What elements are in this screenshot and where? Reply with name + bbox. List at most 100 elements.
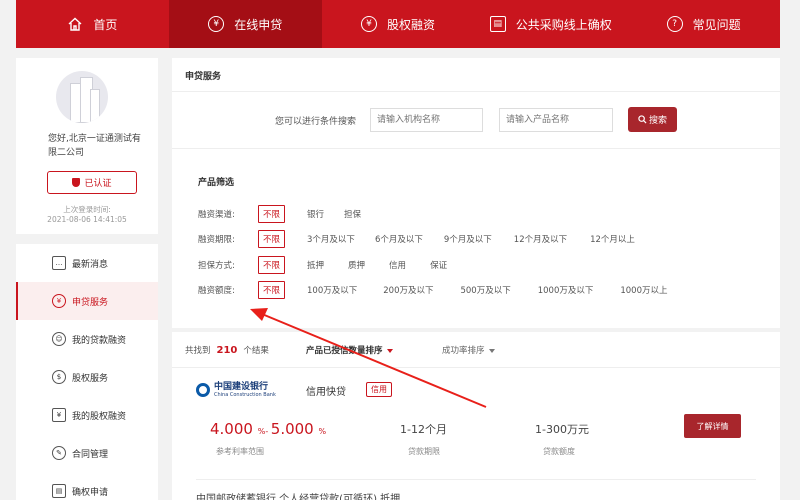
rate-high: 5.000	[270, 420, 314, 438]
filter-option[interactable]: 不限	[258, 281, 286, 299]
product-name-input[interactable]	[499, 108, 613, 132]
search-icon	[638, 115, 647, 124]
learn-more-button[interactable]: 了解详情	[684, 414, 741, 438]
filter-option[interactable]: 9个月及以下	[444, 233, 492, 245]
greeting-text: 您好,北京一证通测试有限二公司	[48, 134, 141, 158]
menu-item-label: 最新消息	[72, 259, 109, 270]
filter-row-guarantee: 担保方式: 不限 抵押 质押 信用 保证	[198, 256, 447, 274]
page-title: 申贷服务	[185, 72, 222, 82]
chevron-down-icon	[386, 348, 393, 353]
product-tag: 信用	[366, 382, 392, 397]
filter-label: 融资期限:	[198, 235, 235, 245]
filter-option[interactable]: 1000万以上	[620, 284, 667, 296]
product-name[interactable]: 信用快贷	[306, 383, 346, 398]
menu-item-contracts[interactable]: ✎ 合同管理	[16, 434, 158, 472]
filter-row-channel: 融资渠道: 不限 银行 担保	[198, 205, 361, 223]
filter-option[interactable]: 不限	[258, 256, 286, 274]
filter-option[interactable]: 500万及以下	[460, 284, 510, 296]
certified-label: 已认证	[84, 179, 112, 189]
nav-faq-label: 常见问题	[692, 17, 741, 32]
contract-icon: ✎	[52, 446, 66, 460]
nav-procurement-label: 公共采购线上确权	[515, 17, 612, 32]
filter-option[interactable]: 12个月及以下	[514, 233, 567, 245]
menu-item-equity-service[interactable]: $ 股权服务	[16, 358, 158, 396]
filter-option[interactable]: 1000万及以下	[538, 284, 594, 296]
result-count: 共找到 210 个结果	[185, 344, 269, 356]
filter-option[interactable]: 质押	[348, 259, 365, 271]
document-icon: ▤	[489, 16, 506, 32]
nav-procurement-confirmation[interactable]: ▤ 公共采购线上确权	[474, 0, 627, 48]
avatar	[56, 71, 108, 123]
question-icon: ?	[666, 16, 683, 32]
loan-service-panel: 申贷服务 您可以进行条件搜索 搜索 产品筛选 融资渠道: 不限 银行 担保 融资…	[172, 58, 780, 328]
bank-emblem-icon	[196, 383, 210, 397]
divider	[172, 367, 780, 368]
filter-option[interactable]: 200万及以下	[383, 284, 433, 296]
filter-option[interactable]: 不限	[258, 205, 286, 223]
menu-item-label: 我的股权融资	[72, 411, 127, 422]
filter-option[interactable]: 信用	[389, 259, 406, 271]
loan-term: 1-12个月	[400, 423, 447, 436]
profile-card: 您好,北京一证通测试有限二公司 已认证 上次登录时间: 2021-08-06 1…	[16, 58, 158, 234]
filter-option[interactable]: 担保	[344, 208, 361, 220]
last-login-label: 上次登录时间:	[63, 205, 111, 214]
sort-label: 产品已授信数量排序	[306, 346, 383, 356]
rate-label: 参考利率范围	[216, 447, 264, 456]
menu-item-label: 合同管理	[72, 449, 109, 460]
menu-item-loan-service[interactable]: ¥ 申贷服务	[16, 282, 158, 320]
nav-home[interactable]: 首页	[16, 0, 169, 48]
filter-option[interactable]: 100万及以下	[307, 284, 357, 296]
filter-title: 产品筛选	[198, 178, 235, 188]
yen-circle-icon: ¥	[360, 16, 377, 32]
loan-amount: 1-300万元	[535, 423, 589, 436]
money-bag-icon: $	[52, 370, 66, 384]
next-product-row[interactable]: 中国邮政储蓄银行 个人经营贷款(可循环) 抵押	[196, 490, 496, 500]
search-button-label: 搜索	[648, 116, 667, 126]
divider	[196, 479, 756, 480]
last-login-time: 2021-08-06 14:41:05	[47, 215, 127, 224]
results-panel: 共找到 210 个结果 产品已授信数量排序 成功率排序 中国建设银行 China C…	[172, 332, 780, 500]
filter-option[interactable]: 不限	[258, 230, 286, 248]
filter-option[interactable]: 12个月以上	[590, 233, 635, 245]
filter-option[interactable]: 保证	[430, 259, 447, 271]
sort-by-success-rate[interactable]: 成功率排序	[442, 344, 495, 356]
filter-option[interactable]: 抵押	[307, 259, 324, 271]
divider	[172, 148, 780, 149]
menu-item-confirmation-apply[interactable]: ▤ 确权申请	[16, 472, 158, 500]
menu-item-label: 确权申请	[72, 487, 109, 498]
nav-home-label: 首页	[93, 17, 118, 32]
menu-item-label: 股权服务	[72, 373, 109, 384]
sort-by-credit-count[interactable]: 产品已授信数量排序	[306, 344, 393, 356]
filter-option[interactable]: 6个月及以下	[375, 233, 423, 245]
rate-low: 4.000	[210, 420, 253, 438]
yen-icon: ¥	[52, 294, 66, 308]
loan-amount-label: 贷款额度	[543, 447, 575, 456]
nav-online-loan-label: 在线申贷	[234, 17, 283, 32]
menu-item-my-equity[interactable]: ¥ 我的股权融资	[16, 396, 158, 434]
apply-icon: ▤	[52, 484, 66, 498]
yen-coin-icon: ¥	[208, 16, 225, 32]
filter-row-amount: 融资额度: 不限 100万及以下 200万及以下 500万及以下 1000万及以…	[198, 281, 668, 299]
menu-item-label: 申贷服务	[72, 297, 109, 308]
org-name-input[interactable]	[370, 108, 483, 132]
filter-label: 担保方式:	[198, 261, 235, 271]
search-hint: 您可以进行条件搜索	[275, 117, 357, 127]
menu-item-my-loans[interactable]: ☺ 我的贷款融资	[16, 320, 158, 358]
shield-icon	[72, 178, 81, 187]
chevron-down-icon	[488, 348, 495, 353]
search-button[interactable]: 搜索	[628, 107, 677, 132]
divider	[172, 91, 780, 92]
menu-item-latest-news[interactable]: … 最新消息	[16, 244, 158, 282]
result-count-prefix: 共找到	[185, 346, 211, 356]
nav-faq[interactable]: ? 常见问题	[627, 0, 780, 48]
nav-online-loan[interactable]: ¥ 在线申贷	[168, 0, 322, 48]
nav-equity-financing[interactable]: ¥ 股权融资	[322, 0, 475, 48]
filter-option[interactable]: 3个月及以下	[307, 233, 355, 245]
filter-option[interactable]: 银行	[307, 208, 324, 220]
bank-name-en: China Construction Bank	[214, 392, 276, 398]
bank-name-cn: 中国建设银行	[214, 382, 269, 392]
certified-badge[interactable]: 已认证	[47, 171, 137, 194]
top-nav: 首页 ¥ 在线申贷 ¥ 股权融资 ▤ 公共采购线上确权 ? 常见问题	[16, 0, 780, 48]
home-icon	[67, 16, 83, 32]
bank-logo: 中国建设银行 China Construction Bank	[196, 382, 276, 398]
